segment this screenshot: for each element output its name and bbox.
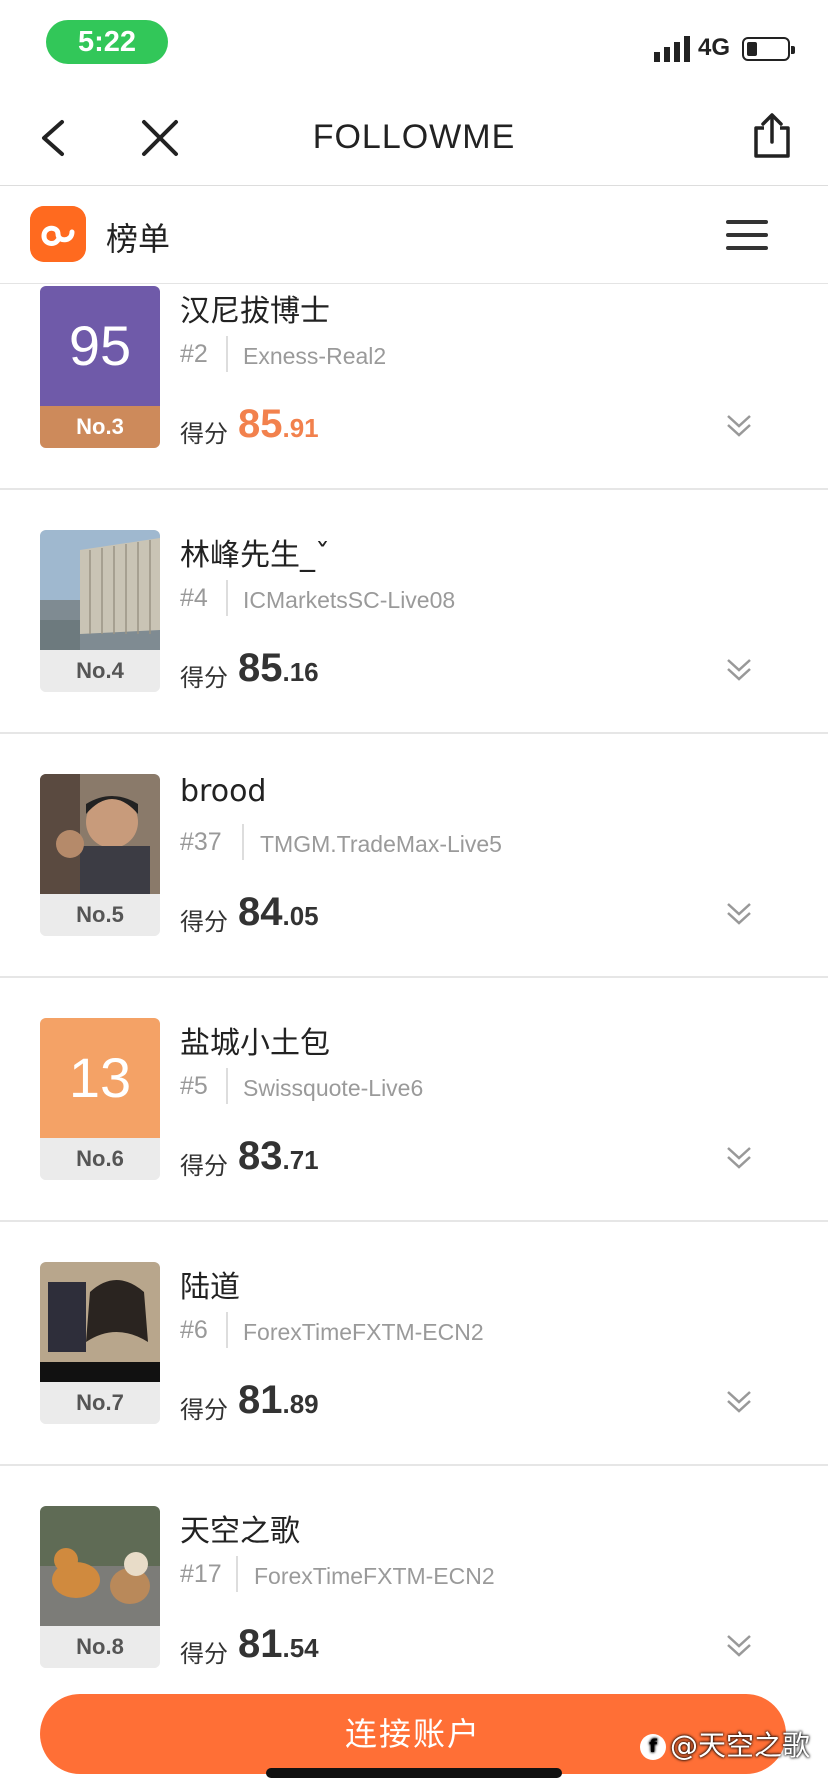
score-label: 得分 [180,1152,228,1180]
broker-server: ICMarketsSC-Live08 [243,587,456,613]
score-label: 得分 [180,908,228,936]
score-decimal: .54 [282,1633,319,1663]
broker-server: Swissquote-Live6 [243,1075,424,1101]
divider [226,580,228,616]
avatar: No.5 [40,774,160,936]
rank-badge: No.4 [40,650,160,692]
rank-badge: No.3 [40,406,160,448]
score-label: 得分 [180,1396,228,1424]
bottom-bar: 连接账户 f @天空之歌 [0,1672,828,1792]
list-item[interactable]: No.4 林峰先生_ˇ #4 ICMarketsSC-Live08 得分 85.… [0,490,828,734]
avatar-score-badge: 13 [40,1018,160,1138]
list-item[interactable]: No.5 brood #37 TMGM.TradeMax-Live5 得分 84… [0,734,828,978]
avatar-photo-building [40,530,160,650]
trader-name: 天空之歌 [180,1514,300,1549]
double-chevron-down-icon[interactable] [724,900,754,928]
list-item[interactable]: No.7 陆道 #6 ForexTimeFXTM-ECN2 得分 81.89 [0,1222,828,1466]
trader-rank-hash: #2 [180,340,208,368]
battery-icon [742,37,795,61]
trader-rank-hash: #4 [180,584,208,612]
divider [242,824,244,860]
score-label: 得分 [180,1640,228,1668]
score-value: 85.91 [238,402,319,447]
double-chevron-down-icon[interactable] [724,656,754,684]
avatar-photo-cats [40,1506,160,1626]
broker-server: ForexTimeFXTM-ECN2 [254,1563,495,1589]
score-integer: 85 [238,402,283,446]
trader-rank-hash: #37 [180,828,222,856]
rank-badge: No.6 [40,1138,160,1180]
divider [226,1068,228,1104]
trader-name: 盐城小土包 [180,1026,330,1061]
divider [226,336,228,372]
avatar: No.8 [40,1506,160,1668]
avatar-photo-person [40,774,160,894]
trader-name: 汉尼拔博士 [180,294,330,329]
double-chevron-down-icon[interactable] [724,1388,754,1416]
avatar: No.4 [40,530,160,692]
watermark-icon: f [640,1734,666,1760]
score-decimal: .71 [282,1145,319,1175]
network-type: 4G [698,34,731,61]
score-label: 得分 [180,664,228,692]
trader-rank-hash: #17 [180,1560,222,1588]
nav-bar: FOLLOWME [0,90,828,186]
score-value: 83.71 [238,1134,319,1179]
avatar: 95 No.3 [40,286,160,448]
score-decimal: .91 [282,413,319,443]
rank-badge: No.5 [40,894,160,936]
trader-rank-hash: #6 [180,1316,208,1344]
broker-server: Exness-Real2 [243,343,387,369]
score-decimal: .16 [282,657,319,687]
broker-server: TMGM.TradeMax-Live5 [260,831,502,857]
section-header: 榜单 [0,186,828,284]
app-logo-icon [30,206,86,262]
home-indicator[interactable] [266,1768,562,1778]
hamburger-menu-icon[interactable] [726,220,768,250]
trader-name: 林峰先生_ˇ [180,538,330,573]
double-chevron-down-icon[interactable] [724,1632,754,1660]
watermark-text: @天空之歌 [670,1729,811,1762]
score-integer: 81 [238,1378,283,1422]
score-value: 81.89 [238,1378,319,1423]
divider [236,1556,238,1592]
double-chevron-down-icon[interactable] [724,1144,754,1172]
avatar: No.7 [40,1262,160,1424]
score-integer: 84 [238,890,283,934]
watermark: f @天空之歌 [640,1724,810,1764]
score-decimal: .89 [282,1389,319,1419]
rank-badge: No.7 [40,1382,160,1424]
score-label: 得分 [180,420,228,448]
divider [226,1312,228,1348]
score-integer: 85 [238,646,283,690]
score-decimal: .05 [282,901,319,931]
score-value: 85.16 [238,646,319,691]
rank-badge: No.8 [40,1626,160,1668]
signal-icon [654,36,690,62]
list-item[interactable]: 95 No.3 汉尼拔博士 #2 Exness-Real2 得分 85.91 [0,284,828,490]
score-integer: 81 [238,1622,283,1666]
score-value: 84.05 [238,890,319,935]
page-title: FOLLOWME [312,118,516,156]
double-chevron-down-icon[interactable] [724,412,754,440]
trader-name: brood [180,774,267,809]
trader-name: 陆道 [180,1270,240,1305]
trader-rank-hash: #5 [180,1072,208,1100]
status-time: 5:22 [46,20,168,64]
list-item[interactable]: 13 No.6 盐城小土包 #5 Swissquote-Live6 得分 83.… [0,978,828,1222]
status-bar: 5:22 4G [0,0,828,90]
score-value: 81.54 [238,1622,319,1667]
leaderboard-list: 95 No.3 汉尼拔博士 #2 Exness-Real2 得分 85.91 N… [0,284,828,1710]
broker-server: ForexTimeFXTM-ECN2 [243,1319,484,1345]
score-integer: 83 [238,1134,283,1178]
avatar-score-badge: 95 [40,286,160,406]
share-icon[interactable] [750,112,794,160]
avatar: 13 No.6 [40,1018,160,1180]
section-title: 榜单 [106,220,171,258]
avatar-photo-person-book [40,1262,160,1382]
